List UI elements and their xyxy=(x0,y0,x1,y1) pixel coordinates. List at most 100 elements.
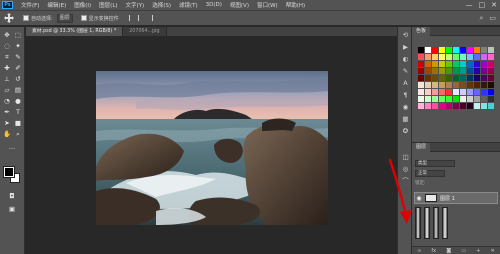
healing-tool-icon[interactable]: ✚ xyxy=(2,64,12,73)
blur-tool-icon[interactable]: ◔ xyxy=(2,97,12,106)
color-swatch[interactable] xyxy=(460,89,466,95)
workspace-icon[interactable]: ▭ xyxy=(489,14,496,23)
new-layer-icon[interactable]: + xyxy=(476,248,480,254)
color-swatch[interactable] xyxy=(418,61,424,67)
color-swatch[interactable] xyxy=(474,96,480,102)
close-button[interactable]: ✕ xyxy=(491,1,497,9)
color-swatch[interactable] xyxy=(474,54,480,60)
character-icon[interactable]: A xyxy=(401,79,410,88)
auto-select-dropdown[interactable]: 图层 xyxy=(56,13,73,23)
color-swatch[interactable] xyxy=(439,103,445,109)
stamp-tool-icon[interactable]: ⊥ xyxy=(2,75,12,84)
menu-layer[interactable]: 图层(L) xyxy=(95,1,121,9)
color-swatch[interactable] xyxy=(488,75,494,81)
color-swatch[interactable] xyxy=(446,47,452,53)
color-swatch[interactable] xyxy=(488,47,494,53)
color-swatch[interactable] xyxy=(439,82,445,88)
color-swatch[interactable] xyxy=(432,75,438,81)
color-swatch[interactable] xyxy=(439,47,445,53)
color-swatch[interactable] xyxy=(481,61,487,67)
menu-window[interactable]: 窗口(W) xyxy=(253,1,282,9)
color-swatch[interactable] xyxy=(488,103,494,109)
layer-row[interactable]: ◉ 图层 1 xyxy=(414,192,498,204)
color-swatch[interactable] xyxy=(446,75,452,81)
color-swatch[interactable] xyxy=(453,47,459,53)
color-swatch[interactable] xyxy=(467,54,473,60)
seascape-photo[interactable] xyxy=(96,71,328,225)
layer-filter-dropdown[interactable]: 类型 xyxy=(415,160,455,167)
document-tab-active[interactable]: 素材.psd @ 33.3% (图层 1, RGB/8) * xyxy=(26,27,124,36)
lasso-tool-icon[interactable]: ◌ xyxy=(2,42,12,51)
color-swatch[interactable] xyxy=(460,96,466,102)
paragraph-icon[interactable]: ¶ xyxy=(401,91,410,100)
color-swatch[interactable] xyxy=(439,68,445,74)
color-swatch[interactable] xyxy=(446,89,452,95)
color-swatch[interactable] xyxy=(467,89,473,95)
pen-tool-icon[interactable]: ✒ xyxy=(2,108,12,117)
color-swatch[interactable] xyxy=(474,68,480,74)
menu-type[interactable]: 文字(Y) xyxy=(122,1,149,9)
menu-file[interactable]: 文件(F) xyxy=(17,1,43,9)
color-swatch[interactable] xyxy=(432,47,438,53)
color-swatch[interactable] xyxy=(446,61,452,67)
color-swatch[interactable] xyxy=(467,82,473,88)
path-select-tool-icon[interactable]: ➤ xyxy=(2,119,12,128)
color-swatch[interactable] xyxy=(474,82,480,88)
color-swatch[interactable] xyxy=(481,75,487,81)
tab-layers[interactable]: 图层 xyxy=(412,142,431,152)
color-swatch[interactable] xyxy=(488,61,494,67)
color-swatch[interactable] xyxy=(488,54,494,60)
color-swatch[interactable] xyxy=(432,54,438,60)
blend-mode-dropdown[interactable]: 正常 xyxy=(415,170,445,177)
color-swatch[interactable] xyxy=(474,89,480,95)
color-swatch[interactable] xyxy=(418,75,424,81)
history-icon[interactable]: ⟲ xyxy=(401,31,410,40)
color-swatch[interactable] xyxy=(425,68,431,74)
menu-view[interactable]: 视图(V) xyxy=(226,1,253,9)
swatches-icon[interactable]: ▦ xyxy=(401,115,410,124)
gradient-tool-icon[interactable]: ▤ xyxy=(13,86,23,95)
color-swatch[interactable] xyxy=(432,96,438,102)
color-swatch[interactable] xyxy=(453,61,459,67)
menu-filter[interactable]: 滤镜(T) xyxy=(175,1,202,9)
menu-help[interactable]: 帮助(H) xyxy=(282,1,309,9)
channels-icon[interactable]: ◎ xyxy=(401,165,410,174)
color-swatch[interactable] xyxy=(418,96,424,102)
layer-style-icon[interactable]: fx xyxy=(431,248,436,254)
adjustments-icon[interactable]: ◐ xyxy=(401,55,410,64)
color-swatch[interactable] xyxy=(467,61,473,67)
color-swatch[interactable] xyxy=(488,96,494,102)
color-swatch[interactable] xyxy=(467,96,473,102)
color-swatch[interactable] xyxy=(453,96,459,102)
color-swatch[interactable] xyxy=(460,61,466,67)
color-swatch[interactable] xyxy=(460,75,466,81)
color-swatch[interactable] xyxy=(481,68,487,74)
foreground-color-swatch[interactable] xyxy=(3,166,15,178)
show-transform-checkbox[interactable] xyxy=(80,15,87,21)
color-swatch[interactable] xyxy=(432,103,438,109)
color-swatch[interactable] xyxy=(446,96,452,102)
more-tools-icon[interactable]: … xyxy=(7,143,17,152)
hand-tool-icon[interactable]: ✋ xyxy=(2,130,12,139)
paths-icon[interactable]: ⌒ xyxy=(401,177,410,186)
color-swatch[interactable] xyxy=(418,47,424,53)
color-swatch[interactable] xyxy=(488,68,494,74)
color-swatch[interactable] xyxy=(446,103,452,109)
color-swatch[interactable] xyxy=(425,82,431,88)
move-tool-icon[interactable]: ✥ xyxy=(2,31,12,40)
quick-mask-icon[interactable]: ◘ xyxy=(7,192,17,201)
screen-mode-icon[interactable]: ▣ xyxy=(7,205,17,214)
color-swatch[interactable] xyxy=(488,82,494,88)
color-swatch[interactable] xyxy=(481,96,487,102)
color-swatch[interactable] xyxy=(418,54,424,60)
type-tool-icon[interactable]: T xyxy=(13,108,23,117)
zoom-tool-icon[interactable]: ⌕ xyxy=(13,130,23,139)
styles-icon[interactable]: ✪ xyxy=(401,127,410,136)
align-right-icon[interactable] xyxy=(147,15,153,21)
color-swatch[interactable] xyxy=(453,54,459,60)
color-swatch[interactable] xyxy=(481,103,487,109)
menu-select[interactable]: 选择(S) xyxy=(148,1,175,9)
color-swatch[interactable] xyxy=(460,82,466,88)
color-swatch[interactable] xyxy=(481,54,487,60)
color-swatch[interactable] xyxy=(453,68,459,74)
